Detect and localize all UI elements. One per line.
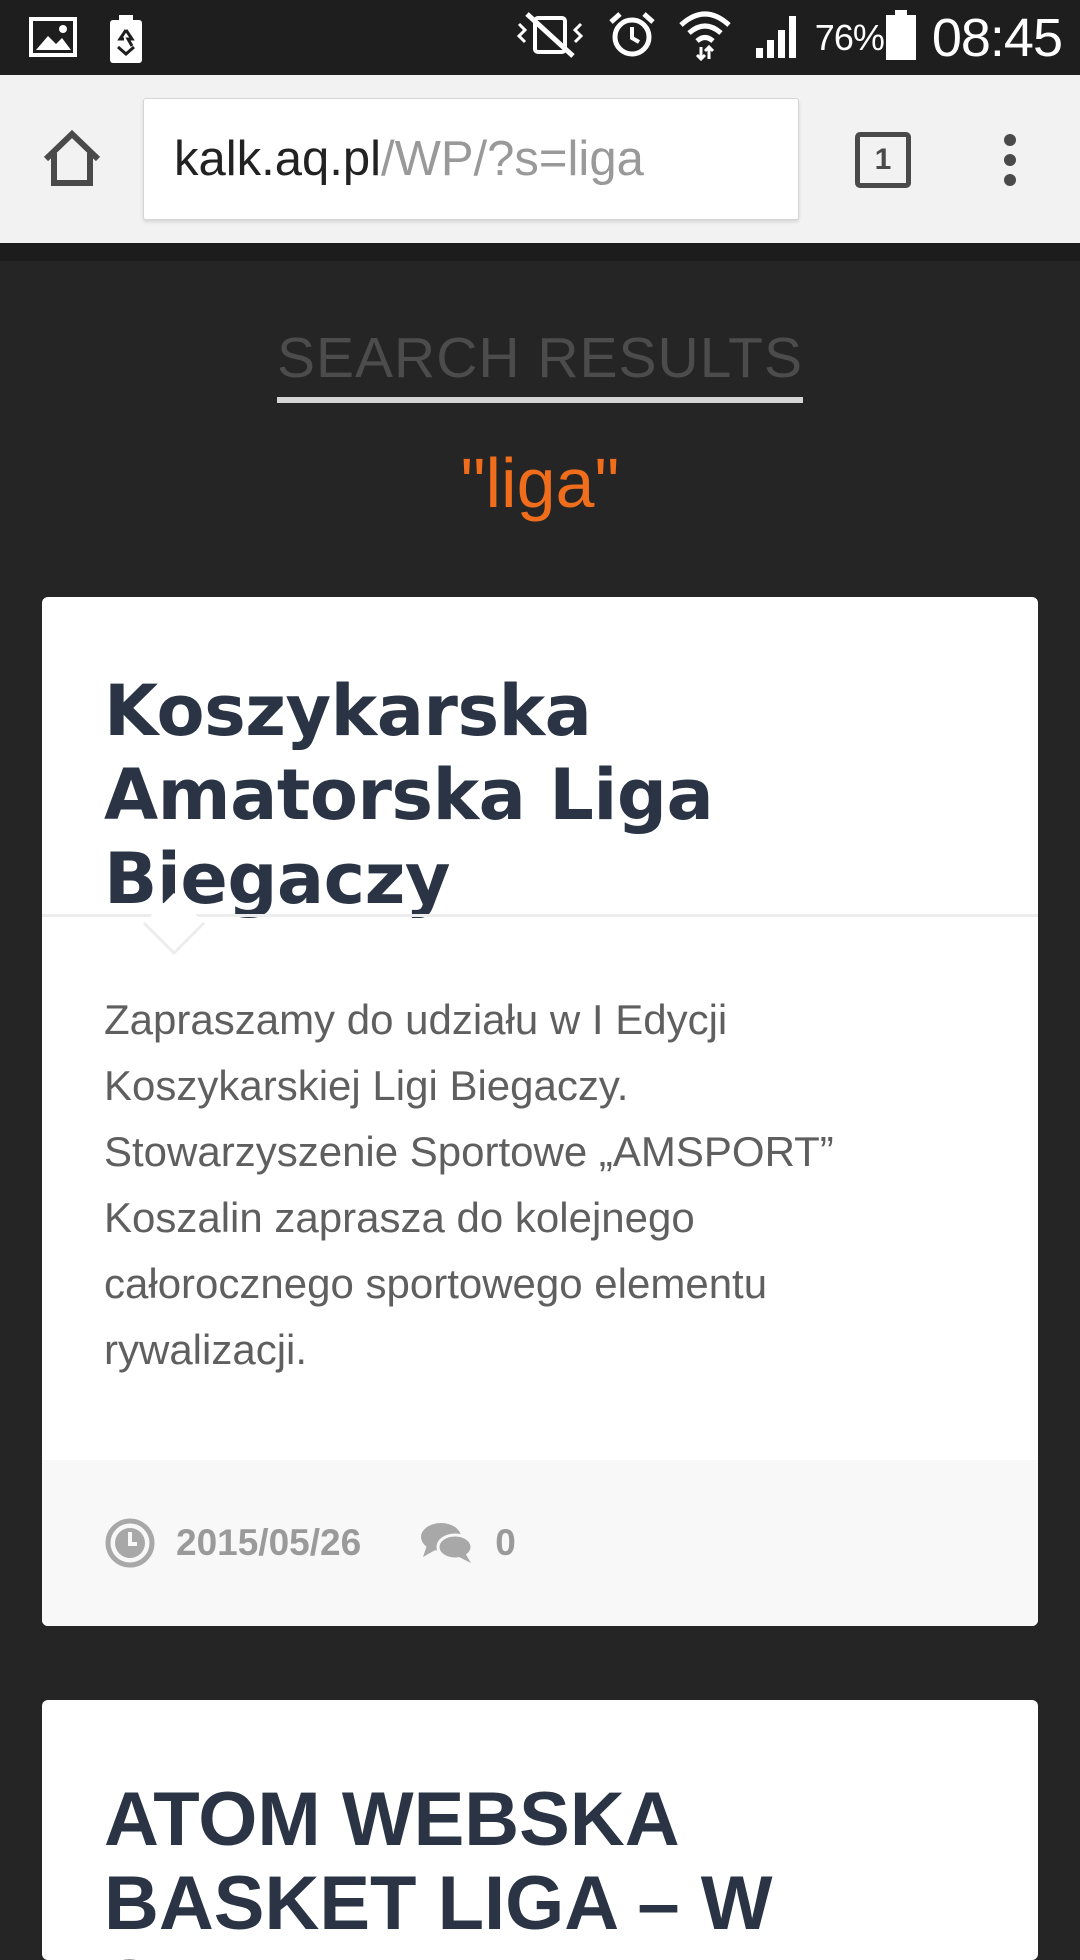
- signal-icon: [753, 10, 803, 65]
- comment-count[interactable]: 0: [419, 1519, 516, 1567]
- url-host: kalk.aq.pl: [174, 132, 382, 186]
- gallery-icon: [28, 14, 78, 69]
- battery-icon: [884, 8, 918, 67]
- post-date-text: 2015/05/26: [176, 1522, 362, 1563]
- home-button[interactable]: [38, 125, 106, 193]
- browser-toolbar: kalk.aq.pl/WP/?s=liga 1: [0, 75, 1080, 243]
- result-meta: 2015/05/26 0: [42, 1460, 1038, 1626]
- comments-icon: [421, 1523, 474, 1563]
- battery-percent: 76%: [814, 16, 885, 58]
- home-icon: [43, 129, 101, 186]
- tabs-button[interactable]: 1: [855, 132, 911, 188]
- url-path: /WP/?s=liga: [381, 132, 644, 186]
- page-title: SEARCH RESULTS: [276, 330, 804, 403]
- clock-icon: [105, 1518, 155, 1568]
- search-results-heading: SEARCH RESULTS: [0, 330, 1080, 403]
- battery-saver-icon: [108, 14, 144, 69]
- result-excerpt: Zapraszamy do udziału w I Edycji Koszyka…: [104, 996, 834, 1373]
- result-card: Koszykarska Amatorska Liga Biegaczy Zapr…: [42, 597, 1038, 1626]
- url-bar[interactable]: kalk.aq.pl/WP/?s=liga: [143, 98, 799, 220]
- status-bar: 76% 08:45: [0, 0, 1080, 75]
- result-title-link[interactable]: Koszykarska Amatorska Liga Biegaczy: [42, 597, 1038, 921]
- overflow-menu-button[interactable]: [995, 130, 1025, 190]
- clock: 08:45: [931, 7, 1063, 68]
- alarm-icon: [607, 10, 657, 65]
- result-card: ATOM WEBSKA BASKET LIGA – W SUPER: [42, 1700, 1038, 1960]
- toolbar-shadow: [0, 243, 1080, 261]
- result-title-link[interactable]: ATOM WEBSKA BASKET LIGA – W SUPER: [42, 1700, 1038, 1960]
- search-term: "liga": [460, 444, 620, 522]
- vibrate-off-icon: [515, 10, 585, 65]
- comment-count-text: 0: [495, 1522, 516, 1563]
- tabs-icon-count: 1: [874, 143, 892, 176]
- overflow-menu-icon: [1004, 134, 1016, 146]
- post-date: 2015/05/26: [104, 1517, 361, 1569]
- wifi-icon: [679, 9, 731, 66]
